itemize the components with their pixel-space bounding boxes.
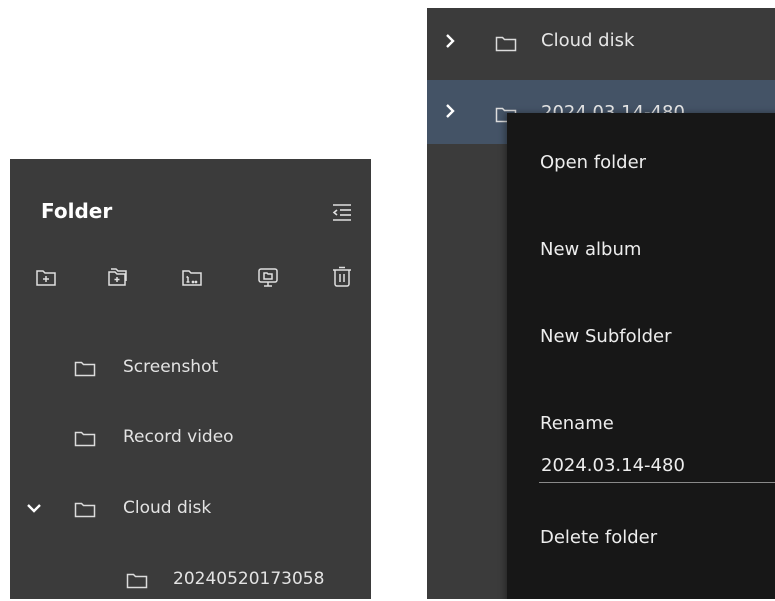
- folder-icon: [126, 572, 148, 590]
- chevron-right-icon[interactable]: [443, 104, 457, 118]
- tree-item-label: Record video: [123, 427, 234, 447]
- tree-item-label: Cloud disk: [541, 30, 635, 51]
- tree-item-label: Screenshot: [123, 357, 219, 377]
- tree-item-20240520173058[interactable]: 20240520173058: [10, 561, 371, 601]
- folder-icon: [74, 501, 96, 519]
- folder-panel: Folder Screenshot Record video Cloud dis…: [10, 159, 371, 599]
- new-folder-icon[interactable]: [34, 265, 58, 289]
- folder-icon: [74, 360, 96, 378]
- tree-item-label: Cloud disk: [123, 498, 212, 518]
- menu-item-label: Delete folder: [540, 527, 658, 548]
- folder-tree-with-context-menu: Cloud disk 2024.03.14-480 Open folder Ne…: [427, 8, 775, 599]
- tree-item-label: 20240520173058: [173, 569, 325, 589]
- chevron-right-icon[interactable]: [443, 34, 457, 48]
- menu-new-subfolder[interactable]: New Subfolder: [507, 308, 775, 368]
- tree-item-record-video[interactable]: Record video: [10, 419, 371, 459]
- import-folder-icon[interactable]: [180, 265, 204, 289]
- menu-new-album[interactable]: New album: [507, 221, 775, 281]
- add-folder-icon[interactable]: [106, 265, 130, 289]
- menu-item-label: New album: [540, 239, 642, 260]
- folder-icon: [495, 35, 517, 53]
- menu-open-folder[interactable]: Open folder: [507, 134, 775, 194]
- folder-toolbar: [34, 265, 354, 295]
- tree-item-screenshot[interactable]: Screenshot: [10, 349, 371, 389]
- menu-delete-folder[interactable]: Delete folder: [507, 509, 775, 569]
- chevron-down-icon[interactable]: [26, 500, 42, 516]
- delete-icon[interactable]: [330, 265, 354, 289]
- tree-item-cloud-disk[interactable]: Cloud disk: [427, 14, 775, 68]
- menu-item-label: New Subfolder: [540, 326, 672, 347]
- folder-icon: [74, 430, 96, 448]
- rename-input[interactable]: [539, 448, 775, 483]
- panel-title: Folder: [41, 199, 113, 223]
- context-menu: Open folder New album New Subfolder Rena…: [507, 113, 775, 599]
- collapse-panel-icon[interactable]: [331, 202, 353, 224]
- rename-label: Rename: [540, 413, 614, 434]
- tree-item-cloud-disk[interactable]: Cloud disk: [10, 490, 371, 530]
- menu-item-label: Open folder: [540, 152, 647, 173]
- display-folder-icon[interactable]: [256, 265, 280, 289]
